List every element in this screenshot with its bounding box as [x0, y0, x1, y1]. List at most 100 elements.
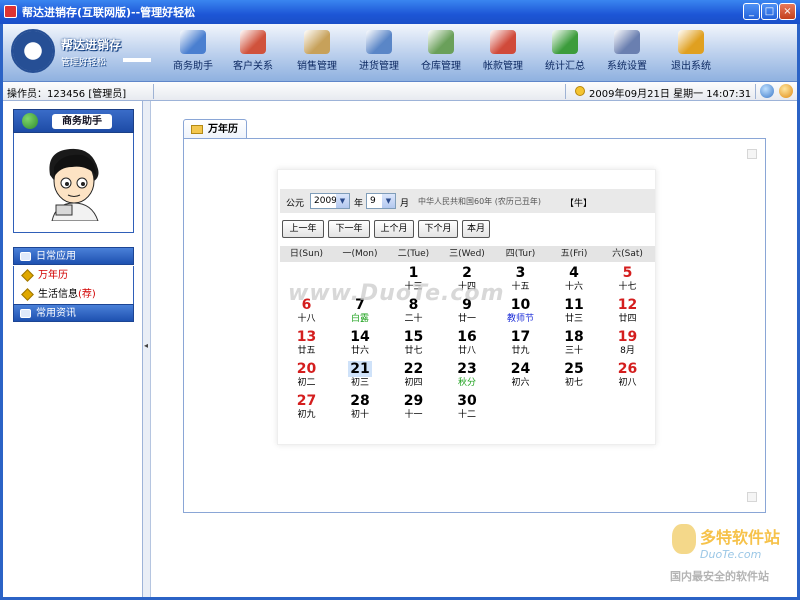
logo-icon — [11, 29, 55, 73]
chevron-down-icon[interactable]: ▼ — [336, 194, 349, 208]
toolbar-item-1[interactable]: 客户关系 — [226, 28, 280, 76]
maximize-button[interactable]: □ — [761, 3, 778, 20]
prev-month-button[interactable]: 上个月 — [374, 220, 414, 238]
lunar-date: 初二 — [297, 378, 316, 388]
toolbar-label: 帐款管理 — [483, 61, 523, 72]
weekday-label: 一(Mon) — [342, 249, 378, 259]
calendar-day[interactable]: 28 初十 — [334, 392, 387, 424]
calendar-day[interactable]: 15 廿七 — [387, 328, 440, 360]
title-bar: 帮达进销存(互联网版)--管理好轻松 _ □ × — [0, 0, 800, 24]
calendar-day[interactable]: 23 秋分 — [441, 360, 494, 392]
toolbar-item-4[interactable]: 仓库管理 — [414, 28, 468, 76]
toolbar-item-5[interactable]: 帐款管理 — [476, 28, 530, 76]
calendar-day[interactable]: 13 廿五 — [280, 328, 333, 360]
tab-calendar[interactable]: 万年历 — [183, 119, 247, 139]
toolbar-item-2[interactable]: 销售管理 — [290, 28, 344, 76]
calendar-day[interactable]: 5 十七 — [601, 264, 654, 296]
scroll-up-button[interactable] — [747, 149, 757, 159]
day-number: 22 — [403, 361, 424, 377]
calendar-day[interactable]: 24 初六 — [494, 360, 547, 392]
refresh-icon[interactable] — [760, 84, 774, 98]
year-info: 中华人民共和国60年 (农历己丑年) — [418, 197, 541, 206]
day-number: 24 — [510, 361, 531, 377]
next-year-button[interactable]: 下一年 — [328, 220, 370, 238]
sales-icon — [304, 30, 330, 54]
calendar-day[interactable]: 19 8月 — [601, 328, 654, 360]
operator-label: 操作员：123456 [管理员] — [7, 89, 127, 100]
help-icon[interactable] — [779, 84, 793, 98]
day-number: 16 — [457, 329, 477, 345]
calendar-day[interactable]: 12 廿四 — [601, 296, 654, 328]
calendar-day[interactable]: 11 廿三 — [548, 296, 601, 328]
bullet-icon — [21, 269, 34, 282]
day-number: 2 — [462, 265, 472, 281]
toolbar-label: 系统设置 — [607, 61, 647, 72]
day-number: 12 — [617, 297, 638, 313]
day-number: 29 — [403, 393, 424, 409]
weekday-label: 三(Wed) — [449, 249, 485, 259]
folder-icon — [191, 125, 203, 134]
calendar-day[interactable]: 14 廿六 — [334, 328, 387, 360]
prev-year-button[interactable]: 上一年 — [282, 220, 324, 238]
calendar-day[interactable]: 25 初七 — [548, 360, 601, 392]
lunar-date: 十一 — [404, 410, 423, 420]
toolbar-item-7[interactable]: 系统设置 — [600, 28, 654, 76]
tab-label: 万年历 — [208, 124, 238, 135]
toolbar-label: 客户关系 — [233, 61, 273, 72]
datetime-display: 2009年09月21日 星期一 14:07:31 — [589, 89, 752, 100]
menu-group-daily[interactable]: 日常应用 — [13, 247, 134, 265]
day-number: 20 — [296, 361, 317, 377]
day-number: 11 — [564, 297, 584, 313]
calendar-day[interactable]: 26 初八 — [601, 360, 654, 392]
day-number: 17 — [510, 329, 531, 345]
minimize-button[interactable]: _ — [743, 3, 760, 20]
recommend-tag: (荐) — [78, 289, 96, 300]
calendar-day[interactable]: 30 十二 — [441, 392, 494, 424]
menu-item-calendar[interactable]: 万年历 — [14, 266, 133, 285]
weekday-label: 日(Sun) — [289, 249, 324, 259]
day-number: 30 — [457, 393, 477, 409]
calendar-day[interactable]: 20 初二 — [280, 360, 333, 392]
month-select[interactable]: 9 ▼ — [366, 193, 396, 209]
calendar-day[interactable]: 27 初九 — [280, 392, 333, 424]
weekday-header: 日(Sun) 一(Mon) 二(Tue) 三(Wed) 四(Tur) 五(Fri) 六(Sa… — [280, 246, 655, 262]
watermark-text: www.DuoTe.com — [288, 281, 505, 306]
menu-group-news[interactable]: 常用资讯 — [13, 304, 134, 322]
splitter[interactable]: ◂ — [143, 101, 151, 597]
year-select[interactable]: 2009 ▼ — [310, 193, 350, 209]
calendar-day[interactable]: 4 十六 — [548, 264, 601, 296]
app-icon — [4, 5, 17, 18]
site-slogan: 国内最安全的软件站 — [670, 570, 769, 583]
lunar-date: 初九 — [297, 410, 316, 420]
weekday-label: 四(Tur) — [505, 249, 536, 259]
calendar-day[interactable]: 22 初四 — [387, 360, 440, 392]
calendar-day[interactable]: 18 三十 — [548, 328, 601, 360]
toolbar-item-3[interactable]: 进货管理 — [352, 28, 406, 76]
next-month-button[interactable]: 下个月 — [418, 220, 458, 238]
this-month-button[interactable]: 本月 — [462, 220, 490, 238]
scroll-down-button[interactable] — [747, 492, 757, 502]
folder-icon — [20, 309, 31, 318]
chevron-down-icon[interactable]: ▼ — [382, 194, 395, 208]
calendar-day[interactable]: 16 廿八 — [441, 328, 494, 360]
lunar-date: 初四 — [404, 378, 423, 388]
lunar-date: 8月 — [620, 346, 635, 356]
assistant-icon — [180, 30, 206, 54]
calendar-day[interactable]: 21 初三 — [334, 360, 387, 392]
toolbar-item-0[interactable]: 商务助手 — [166, 28, 220, 76]
day-number: 3 — [515, 265, 526, 281]
day-number: 21 — [348, 361, 372, 377]
menu-group-label: 日常应用 — [36, 251, 76, 262]
day-number: 5 — [622, 265, 633, 281]
toolbar-item-6[interactable]: 统计汇总 — [538, 28, 592, 76]
collapse-arrow-icon[interactable]: ◂ — [144, 341, 148, 350]
lunar-date: 十六 — [564, 282, 583, 292]
menu-item-life-info[interactable]: 生活信息(荐) — [14, 285, 133, 304]
year-value: 2009 — [314, 196, 337, 206]
calendar-day[interactable]: 17 廿九 — [494, 328, 547, 360]
close-button[interactable]: × — [779, 3, 796, 20]
calendar-day[interactable]: 29 十一 — [387, 392, 440, 424]
toolbar-item-8[interactable]: 退出系统 — [664, 28, 718, 76]
clock-icon — [575, 86, 585, 96]
lunar-date: 三十 — [564, 346, 583, 356]
